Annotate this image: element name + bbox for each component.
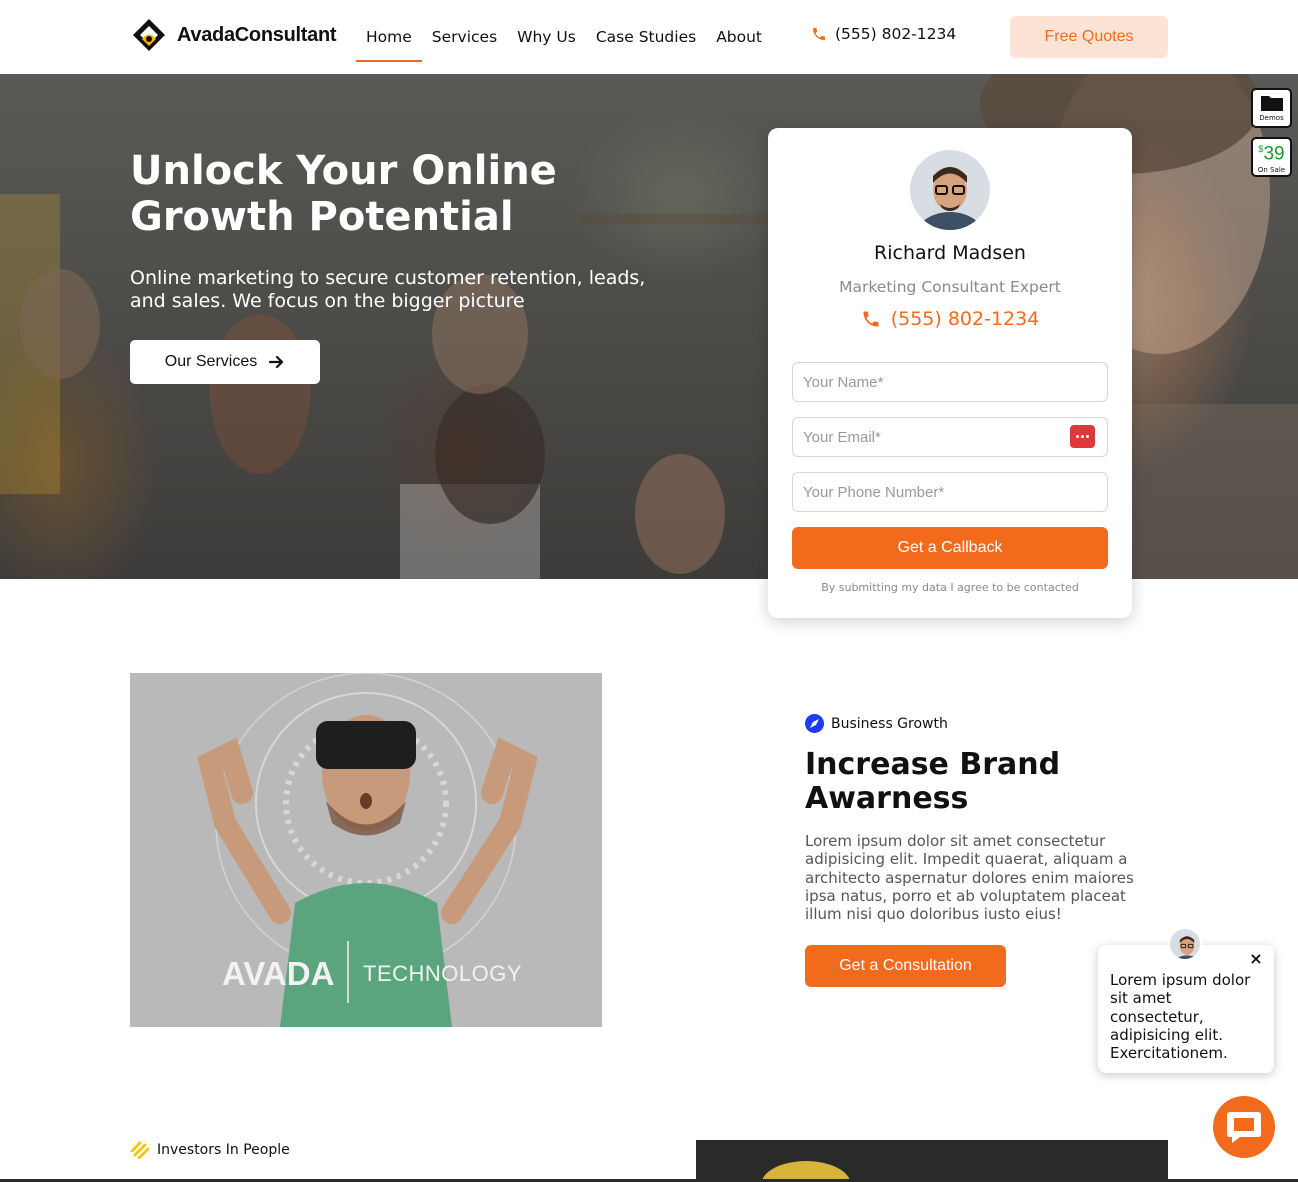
site-header: AvadaConsultant Home Services Why Us Cas… — [0, 0, 1298, 74]
our-services-button[interactable]: Our Services — [130, 340, 320, 384]
vr-technology-image: AVADA TECHNOLOGY — [130, 673, 602, 1027]
brand-name: AvadaConsultant — [177, 23, 337, 46]
chat-message: Lorem ipsum dolor sit amet consectetur, … — [1110, 971, 1251, 1063]
close-icon[interactable]: × — [1248, 951, 1264, 967]
phone-field[interactable] — [792, 472, 1108, 512]
image-text-technology: TECHNOLOGY — [363, 961, 523, 986]
header-phone-number: (555) 802-1234 — [835, 25, 957, 43]
sale-badge[interactable]: $39 On Sale — [1251, 137, 1292, 177]
consultant-role: Marketing Consultant Expert — [839, 278, 1061, 296]
get-consultation-button[interactable]: Get a Consultation — [805, 945, 1006, 987]
nav-case-studies[interactable]: Case Studies — [586, 0, 706, 74]
image-text-avada: AVADA — [222, 955, 335, 992]
nav-about[interactable]: About — [706, 0, 772, 74]
feature-body: Lorem ipsum dolor sit amet consectetur a… — [805, 832, 1134, 924]
sale-price: $39 — [1258, 143, 1285, 165]
header-phone[interactable]: (555) 802-1234 — [811, 25, 956, 43]
investors-tag: Investors In People — [130, 1141, 290, 1159]
section-image — [696, 1140, 1168, 1182]
our-services-label: Our Services — [164, 353, 258, 370]
on-sale-label: On Sale — [1257, 165, 1286, 174]
contact-card: Richard Madsen Marketing Consultant Expe… — [768, 128, 1132, 618]
business-growth-label: Business Growth — [831, 715, 948, 732]
business-growth-tag: Business Growth — [805, 714, 948, 733]
consultant-phone-number: (555) 802-1234 — [890, 308, 1040, 330]
investors-label: Investors In People — [157, 1142, 290, 1158]
compass-icon — [805, 714, 824, 733]
nav-home[interactable]: Home — [356, 0, 422, 74]
consultant-phone[interactable]: (555) 802-1234 — [768, 308, 1132, 330]
demos-badge[interactable]: Demos — [1251, 88, 1292, 128]
get-callback-button[interactable]: Get a Callback — [792, 527, 1108, 569]
nav-why-us[interactable]: Why Us — [507, 0, 586, 74]
email-field[interactable] — [792, 417, 1108, 457]
arrow-right-icon — [269, 355, 284, 369]
consent-note: By submitting my data I agree to be cont… — [821, 581, 1079, 594]
hero-subtitle: Online marketing to secure customer rete… — [130, 267, 646, 312]
consultant-name: Richard Madsen — [874, 242, 1026, 264]
hero-title: Unlock Your Online Growth Potential — [130, 148, 557, 240]
phone-icon — [813, 28, 825, 40]
phone-icon — [863, 311, 879, 327]
feature-title: Increase Brand Awarness — [805, 747, 1061, 816]
consultant-avatar — [910, 150, 990, 230]
password-manager-icon[interactable] — [1070, 425, 1095, 448]
chat-agent-avatar — [1168, 927, 1202, 961]
folder-icon — [1260, 96, 1283, 111]
chat-launcher-button[interactable] — [1213, 1096, 1275, 1158]
free-quotes-button[interactable]: Free Quotes — [1010, 16, 1168, 58]
chat-bubble-icon — [1227, 1112, 1261, 1143]
logo[interactable]: AvadaConsultant — [131, 17, 337, 53]
demos-label: Demos — [1259, 114, 1284, 122]
chat-popup[interactable]: × Lorem ipsum dolor sit amet consectetur… — [1098, 927, 1274, 1073]
nav-services[interactable]: Services — [422, 0, 507, 74]
name-field[interactable] — [792, 362, 1108, 402]
main-nav: Home Services Why Us Case Studies About — [356, 0, 772, 74]
logo-icon — [133, 19, 165, 51]
stripes-icon — [130, 1141, 150, 1159]
